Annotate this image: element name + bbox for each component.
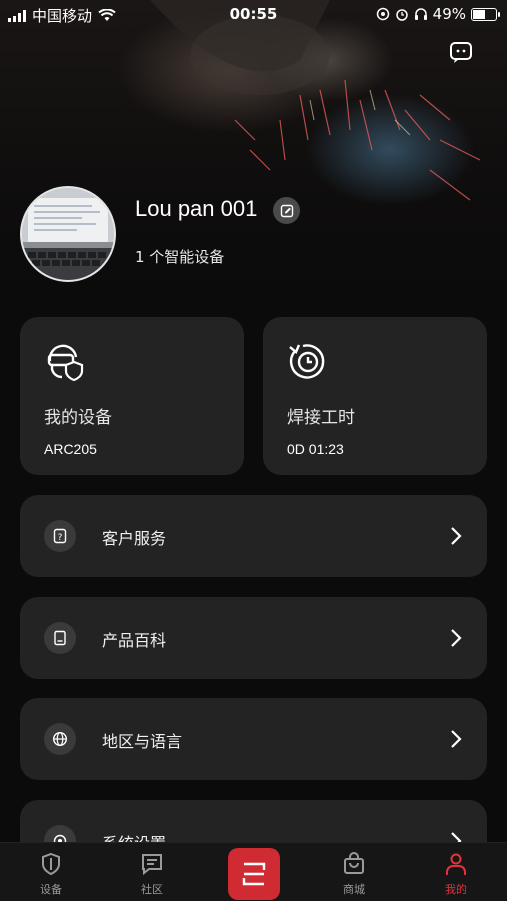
- tab-mine[interactable]: 我的: [416, 843, 496, 901]
- screen-lock-icon: [376, 7, 389, 21]
- tab-label: 社区: [141, 883, 163, 896]
- help-doc-icon: ?: [44, 520, 76, 552]
- device-model: ARC205: [44, 441, 97, 457]
- scan-button[interactable]: [228, 848, 280, 900]
- message-icon[interactable]: [449, 40, 473, 64]
- menu-label: 产品百科: [102, 631, 167, 650]
- chevron-right-icon: [451, 527, 462, 545]
- avatar[interactable]: [20, 186, 116, 282]
- chevron-right-icon: [451, 629, 462, 647]
- battery-icon: [471, 7, 500, 21]
- svg-text:?: ?: [58, 533, 63, 543]
- avatar-laptop-photo: [22, 188, 114, 280]
- welding-hours-value: 0D 01:23: [287, 441, 344, 457]
- menu-label: 客户服务: [102, 529, 167, 548]
- headphones-icon: [414, 8, 427, 20]
- welding-hours-card[interactable]: 焊接工时 0D 01:23: [263, 317, 487, 475]
- edit-icon: [280, 204, 293, 217]
- battery-percent: 49%: [432, 5, 466, 23]
- tab-shop[interactable]: 商城: [314, 843, 394, 901]
- book-icon: [44, 622, 76, 654]
- tab-devices[interactable]: 设备: [11, 843, 91, 901]
- scan-icon: [242, 862, 266, 886]
- person-icon: [446, 853, 466, 875]
- globe-icon: [44, 723, 76, 755]
- edit-profile-button[interactable]: [273, 197, 300, 224]
- shield-icon: [42, 852, 60, 876]
- card-title: 焊接工时: [287, 408, 355, 428]
- chevron-right-icon: [451, 730, 462, 748]
- shopping-bag-icon: [344, 852, 364, 874]
- status-bar: 中国移动 00:55 49%: [0, 0, 507, 28]
- menu-product-encyclopedia[interactable]: 产品百科: [20, 597, 487, 679]
- device-count: 1 个智能设备: [135, 248, 225, 266]
- tab-label: 我的: [445, 883, 467, 896]
- my-devices-card[interactable]: 我的设备 ARC205: [20, 317, 244, 475]
- tab-label: 商城: [343, 883, 365, 896]
- tab-community[interactable]: 社区: [112, 843, 192, 901]
- user-name: Lou pan 001: [135, 196, 258, 221]
- menu-label: 地区与语言: [102, 732, 183, 751]
- menu-region-language[interactable]: 地区与语言: [20, 698, 487, 780]
- helmet-shield-icon: [47, 344, 84, 381]
- card-title: 我的设备: [44, 408, 112, 428]
- tab-label: 设备: [40, 883, 62, 896]
- menu-customer-service[interactable]: ? 客户服务: [20, 495, 487, 577]
- chat-icon: [142, 854, 162, 876]
- clock-refresh-icon: [289, 344, 325, 379]
- alarm-icon: [395, 9, 408, 21]
